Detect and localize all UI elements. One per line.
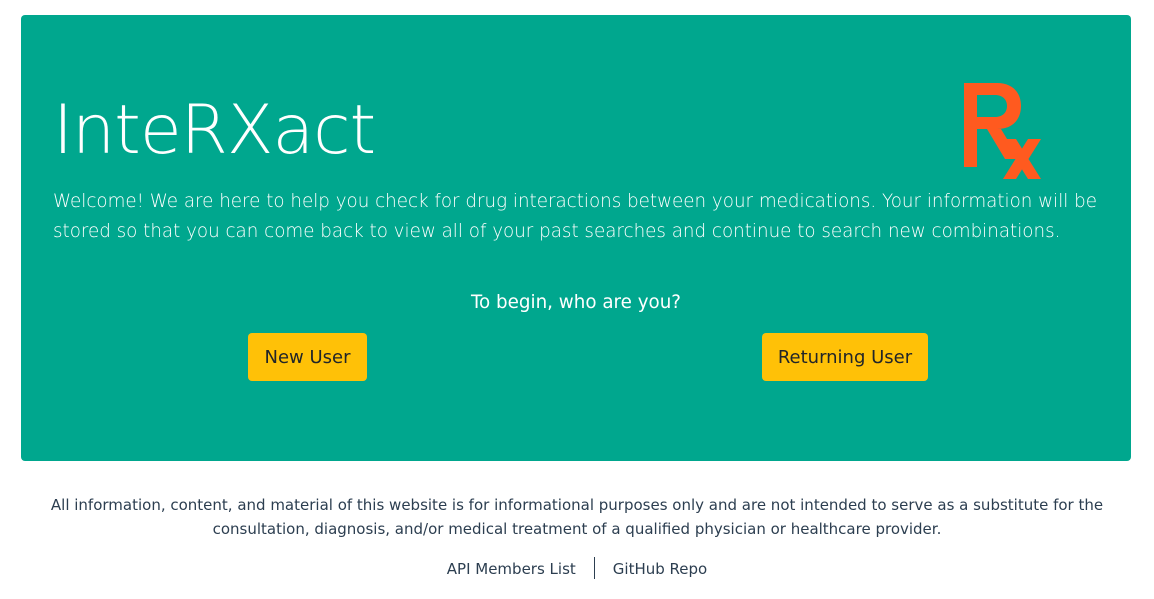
footer-links: API Members List GitHub Repo <box>0 557 1154 581</box>
user-type-prompt: To begin, who are you? <box>470 292 681 313</box>
hero-banner: InteRXact Welcome! We are here to help y… <box>21 15 1131 461</box>
api-members-list-link[interactable]: API Members List <box>429 557 594 581</box>
new-user-button[interactable]: New User <box>248 333 367 381</box>
welcome-text: Welcome! We are here to help you check f… <box>53 191 1098 242</box>
returning-user-button[interactable]: Returning User <box>762 333 928 381</box>
app-title: InteRXact <box>53 91 376 170</box>
rx-prescription-icon <box>964 83 1041 179</box>
github-repo-link[interactable]: GitHub Repo <box>595 557 725 581</box>
disclaimer-text: All information, content, and material o… <box>50 496 1104 538</box>
